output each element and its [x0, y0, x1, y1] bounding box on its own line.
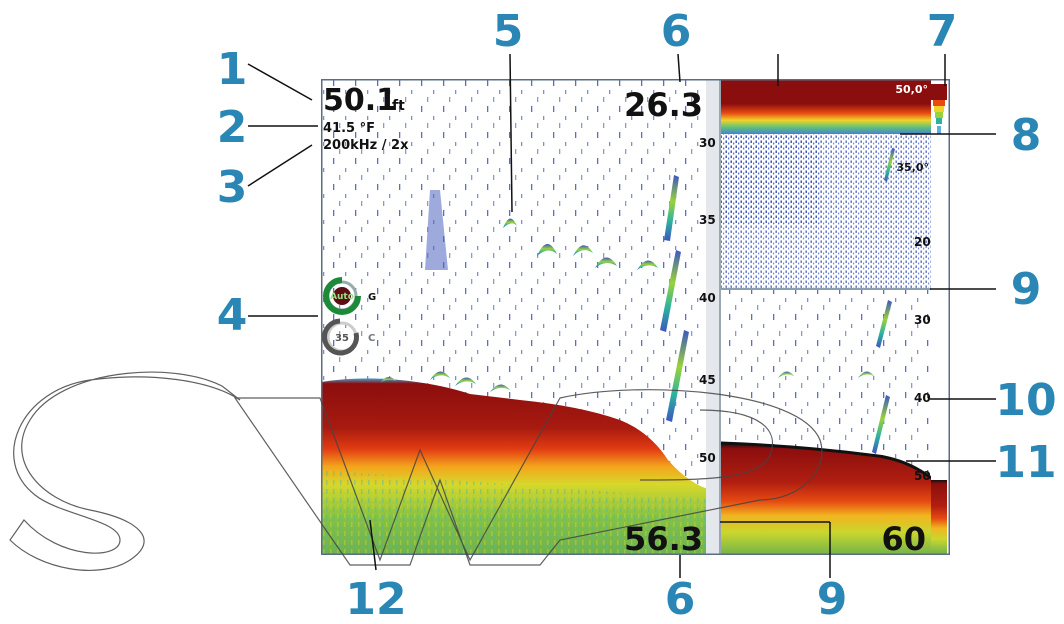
depth-unit: ft — [392, 98, 405, 114]
color-strip — [931, 79, 950, 555]
callout-label: 6 — [661, 6, 692, 57]
scale-tick: 30 — [914, 313, 931, 327]
scale-tick: 40 — [699, 291, 716, 305]
callout-label: 12 — [345, 574, 406, 624]
scale-tick: 50 — [914, 469, 931, 483]
frequency-label: 200kHz / 2x — [323, 138, 409, 153]
callout-label: 9 — [1011, 264, 1042, 315]
callout-label: 10 — [995, 375, 1056, 426]
scale-tick: 45 — [699, 373, 716, 387]
callout-label: 11 — [995, 437, 1056, 488]
callout-label: 6 — [665, 574, 696, 624]
sonar-screen — [321, 79, 950, 555]
color-knob-label: 35 — [335, 333, 349, 344]
callout-label: 3 — [217, 162, 248, 213]
water-temp: 41.5 °F — [323, 121, 375, 136]
callout-label: 4 — [217, 290, 248, 341]
sonar-figure: 50.1 ft 41.5 °F 200kHz / 2x Auto G 35 C … — [9, 6, 1057, 624]
scale-tick: 30 — [699, 136, 716, 150]
scale-tick: 35 — [699, 213, 716, 227]
color-knob-letter: C — [368, 333, 375, 344]
gain-knob-letter: G — [368, 292, 376, 303]
range-top: 26.3 — [624, 86, 703, 124]
callout-label: 8 — [1011, 110, 1042, 161]
callout-label: 9 — [817, 574, 848, 624]
temp-label: 50,0° — [895, 83, 928, 96]
scale-tick: 40 — [914, 391, 931, 405]
zoom-range-bottom: 60 — [881, 520, 926, 558]
range-bottom: 56.3 — [624, 520, 703, 558]
temp-label: 35,0° — [896, 161, 929, 174]
depth-value: 50.1 — [323, 83, 397, 118]
scale-tick: 50 — [699, 451, 716, 465]
callout-label: 5 — [493, 6, 524, 57]
scale-tick: 20 — [914, 235, 931, 249]
callout-label: 2 — [217, 102, 248, 153]
callout-label: 1 — [217, 44, 248, 95]
scale-strip — [706, 79, 720, 555]
depth-readout: 50.1 ft — [323, 83, 405, 118]
gain-knob-label: Auto — [330, 292, 354, 302]
zoom-divider — [721, 288, 931, 290]
callout-label: 7 — [927, 6, 958, 57]
